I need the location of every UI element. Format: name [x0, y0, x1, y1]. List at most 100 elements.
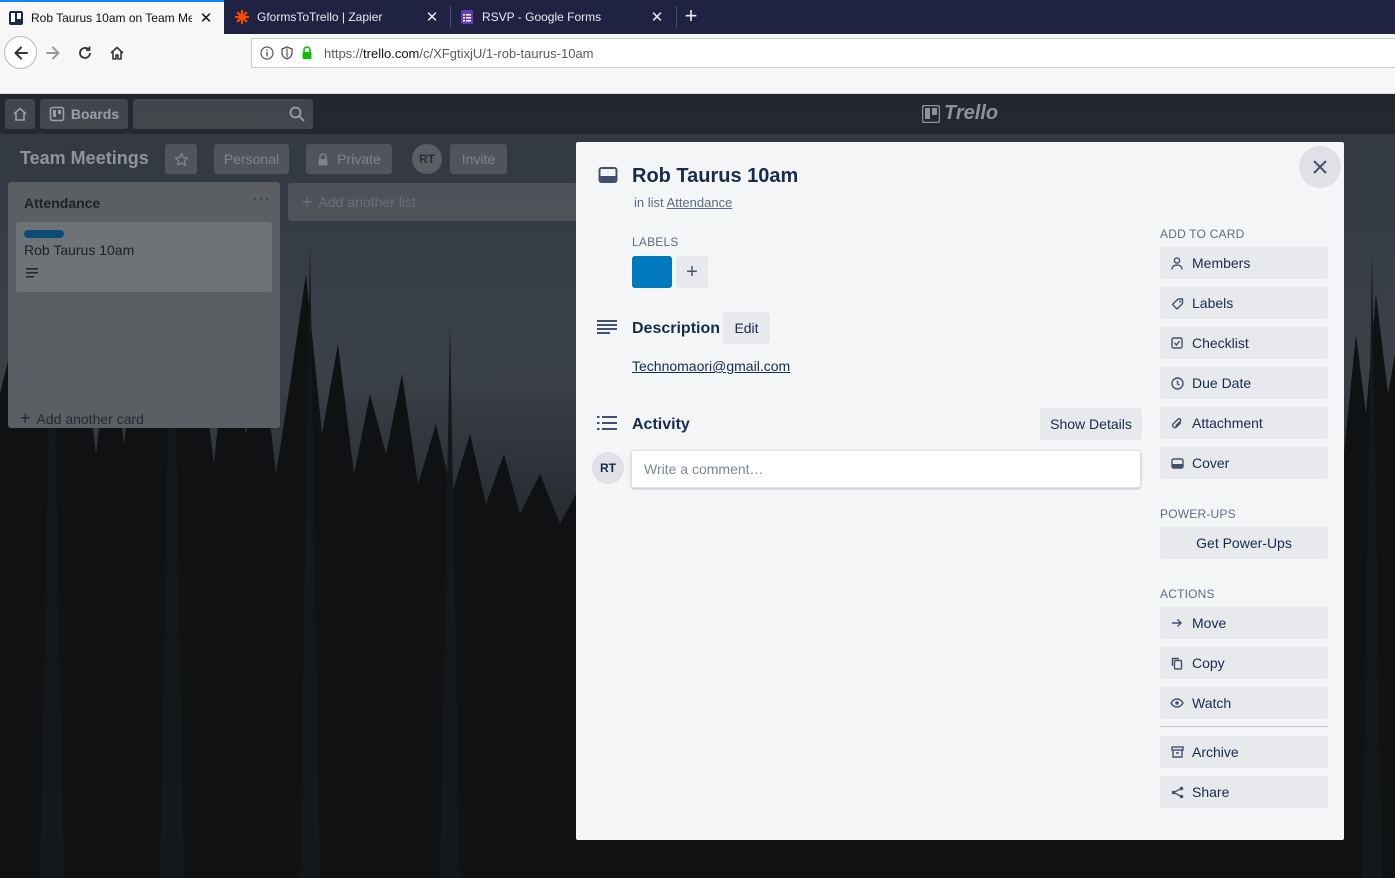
card-detail-modal: Rob Taurus 10am in list Attendance Label…	[576, 142, 1344, 840]
card-label	[24, 230, 64, 238]
show-details-button[interactable]: Show Details	[1040, 408, 1142, 440]
checklist-button[interactable]: Checklist	[1160, 327, 1328, 359]
share-button[interactable]: Share	[1160, 776, 1328, 808]
home-button[interactable]	[5, 99, 35, 129]
add-list-button[interactable]: + Add another list	[288, 183, 578, 221]
share-icon	[1170, 785, 1184, 799]
secure-lock-icon[interactable]	[300, 46, 314, 60]
home-button[interactable]	[102, 38, 132, 68]
tab-title: Rob Taurus 10am on Team Mee	[31, 11, 192, 25]
person-icon	[1170, 256, 1184, 270]
board-title[interactable]: Team Meetings	[20, 148, 149, 169]
actions-divider	[1160, 726, 1328, 727]
checklist-label: Checklist	[1192, 335, 1249, 351]
search-icon	[289, 106, 305, 122]
archive-label: Archive	[1192, 744, 1239, 760]
labels-heading: Labels	[632, 235, 679, 249]
plus-icon: +	[20, 408, 31, 428]
reload-icon	[79, 46, 91, 59]
zapier-favicon-icon	[235, 10, 249, 24]
activity-icon	[597, 416, 617, 430]
home-icon	[110, 46, 124, 60]
invite-button[interactable]: Invite	[450, 144, 507, 174]
board-search-input[interactable]	[133, 99, 313, 129]
clock-icon	[1170, 376, 1184, 390]
paperclip-icon	[1170, 416, 1184, 430]
add-to-card-heading: Add to card	[1160, 227, 1245, 241]
card-title: Rob Taurus 10am	[24, 242, 135, 258]
actions-heading: Actions	[1160, 587, 1215, 601]
star-board-button[interactable]	[165, 144, 197, 174]
archive-button[interactable]: Archive	[1160, 736, 1328, 768]
archive-icon	[1170, 745, 1184, 759]
label-chip[interactable]	[632, 256, 672, 288]
add-card-button[interactable]: + Add another card	[20, 408, 144, 429]
trello-logo-icon	[922, 104, 940, 123]
privacy-button[interactable]: Private	[306, 144, 392, 174]
boards-button[interactable]: Boards	[40, 99, 128, 129]
google-forms-favicon-icon	[460, 10, 474, 24]
card-cover-icon	[1170, 456, 1184, 470]
add-label-button[interactable]: +	[676, 256, 708, 288]
browser-tab-trello[interactable]: Rob Taurus 10am on Team Mee ✕	[0, 0, 224, 34]
description-text[interactable]: Technomaori@gmail.com	[632, 358, 790, 374]
tag-icon	[1170, 296, 1184, 310]
privacy-label: Private	[337, 151, 381, 167]
eye-icon	[1170, 696, 1184, 710]
watch-button[interactable]: Watch	[1160, 687, 1328, 719]
move-label: Move	[1192, 615, 1227, 631]
back-arrow-icon	[13, 46, 28, 59]
browser-tab-bar: Rob Taurus 10am on Team Mee ✕ GformsToTr…	[0, 0, 1395, 34]
list-link[interactable]: Attendance	[667, 195, 733, 210]
back-button[interactable]	[4, 36, 37, 69]
close-modal-button[interactable]	[1299, 146, 1341, 188]
forward-button[interactable]	[38, 38, 68, 68]
attachment-label: Attachment	[1192, 415, 1263, 431]
cover-button[interactable]: Cover	[1160, 447, 1328, 479]
copy-button[interactable]: Copy	[1160, 647, 1328, 679]
tab-separator	[676, 6, 677, 28]
watch-label: Watch	[1192, 695, 1232, 711]
add-list-label: Add another list	[318, 194, 416, 210]
plus-icon: +	[302, 191, 313, 212]
tracking-shield-icon[interactable]	[280, 46, 294, 60]
comment-input[interactable]	[631, 450, 1141, 488]
avatar[interactable]: RT	[592, 452, 624, 484]
labels-button[interactable]: Labels	[1160, 287, 1328, 319]
address-bar[interactable]: https://trello.com/c/XFgtixjU/1-rob-taur…	[251, 38, 1395, 68]
tab-close-icon[interactable]: ✕	[198, 9, 214, 27]
boards-label: Boards	[70, 106, 120, 122]
card-list-info: in list Attendance	[634, 195, 732, 210]
card-icon	[598, 167, 618, 183]
tab-close-icon[interactable]: ✕	[424, 8, 440, 26]
boards-icon	[49, 106, 65, 122]
tab-close-icon[interactable]: ✕	[649, 8, 665, 26]
activity-heading: Activity	[632, 416, 690, 433]
list-menu-button[interactable]: ···	[252, 190, 271, 208]
new-tab-button[interactable]: +	[680, 4, 702, 30]
browser-tab-google-forms[interactable]: RSVP - Google Forms ✕	[451, 0, 675, 34]
forward-arrow-icon	[46, 46, 60, 60]
trello-logo[interactable]: Trello	[922, 102, 998, 125]
cover-label: Cover	[1192, 455, 1230, 471]
share-label: Share	[1192, 784, 1230, 800]
browser-toolbar-edge	[0, 74, 1395, 94]
move-button[interactable]: Move	[1160, 607, 1328, 639]
labels-label: Labels	[1192, 295, 1234, 311]
attachment-button[interactable]: Attachment	[1160, 407, 1328, 439]
browser-tab-zapier[interactable]: GformsToTrello | Zapier ✕	[226, 0, 450, 34]
members-button[interactable]: Members	[1160, 247, 1328, 279]
member-avatar[interactable]: RT	[412, 144, 442, 174]
list-card[interactable]: Rob Taurus 10am	[16, 222, 272, 292]
list-title[interactable]: Attendance	[24, 195, 100, 211]
trello-favicon-icon	[9, 11, 23, 25]
edit-description-button[interactable]: Edit	[723, 312, 770, 344]
team-visibility-button[interactable]: Personal	[214, 144, 289, 174]
due-date-button[interactable]: Due Date	[1160, 367, 1328, 399]
info-icon[interactable]	[260, 46, 274, 60]
reload-button[interactable]	[70, 38, 100, 68]
get-power-ups-button[interactable]: Get Power-Ups	[1160, 527, 1328, 559]
tab-title: GformsToTrello | Zapier	[257, 10, 383, 24]
card-title[interactable]: Rob Taurus 10am	[632, 165, 798, 188]
list-attendance: Attendance ··· Rob Taurus 10am + Add ano…	[8, 182, 280, 428]
